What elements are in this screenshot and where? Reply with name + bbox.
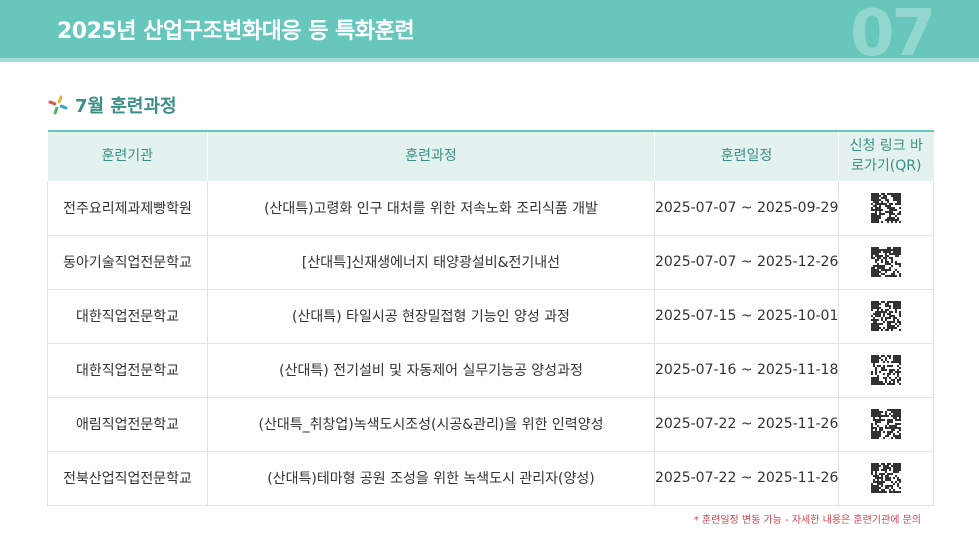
institution-cell: 전주요리제과제빵학원: [47, 181, 208, 236]
institution-cell: 대한직업전문학교: [47, 343, 208, 398]
qr-cell: [838, 343, 934, 398]
pinwheel-icon: [48, 95, 68, 115]
qr-code-icon[interactable]: [871, 247, 901, 277]
course-cell: (산대특)테마형 공원 조성을 위한 녹색도시 관리자(양성): [207, 451, 655, 506]
table-header-row: 훈련기관 훈련과정 훈련일정 신청 링크 바로가기(QR): [47, 130, 934, 181]
course-table: 훈련기관 훈련과정 훈련일정 신청 링크 바로가기(QR) 전주요리제과제빵학원…: [47, 130, 934, 506]
table-row: 전북산업직업전문학교 (산대특)테마형 공원 조성을 위한 녹색도시 관리자(양성…: [47, 451, 934, 506]
schedule-cell: 2025-07-07 ~ 2025-12-26: [654, 235, 839, 290]
table-row: 동아기술직업전문학교 [산대특]신재생에너지 태양광설비&전기내선 2025-07-…: [47, 235, 934, 290]
table-row: 애림직업전문학교 (산대특_취창업)녹색도시조성(시공&관리)을 위한 인력양성 2…: [47, 397, 934, 452]
qr-header-label: 신청 링크 바로가기(QR): [849, 137, 923, 174]
schedule-cell: 2025-07-07 ~ 2025-09-29: [654, 181, 839, 236]
qr-cell: [838, 397, 934, 452]
table-row: 전주요리제과제빵학원 (산대특)고령화 인구 대처를 위한 저속노화 조리식품 개…: [47, 181, 934, 236]
qr-code-icon[interactable]: [871, 409, 901, 439]
page-title: 2025년 산업구조변화대응 등 특화훈련: [57, 19, 415, 44]
course-cell: (산대특) 전기설비 및 자동제어 실무기능공 양성과정: [207, 343, 655, 398]
table-row: 대한직업전문학교 (산대특) 전기설비 및 자동제어 실무기능공 양성과정 2025…: [47, 343, 934, 398]
schedule-cell: 2025-07-22 ~ 2025-11-26: [654, 451, 839, 506]
schedule-cell: 2025-07-22 ~ 2025-11-26: [654, 397, 839, 452]
course-cell: (산대특)고령화 인구 대처를 위한 저속노화 조리식품 개발: [207, 181, 655, 236]
qr-cell: [838, 289, 934, 344]
schedule-cell: 2025-07-16 ~ 2025-11-18: [654, 343, 839, 398]
table-row: 대한직업전문학교 (산대특) 타일시공 현장밀접형 기능인 양성 과정 2025-0…: [47, 289, 934, 344]
course-cell: (산대특_취창업)녹색도시조성(시공&관리)을 위한 인력양성: [207, 397, 655, 452]
qr-code-icon[interactable]: [871, 301, 901, 331]
col-header-schedule: 훈련일정: [654, 130, 839, 181]
qr-cell: [838, 451, 934, 506]
page-number: 07: [849, 0, 936, 58]
course-cell: [산대특]신재생에너지 태양광설비&전기내선: [207, 235, 655, 290]
qr-code-icon[interactable]: [871, 463, 901, 493]
qr-cell: [838, 181, 934, 236]
schedule-cell: 2025-07-15 ~ 2025-10-01: [654, 289, 839, 344]
section-heading: 7월 훈련과정: [47, 92, 177, 118]
institution-cell: 애림직업전문학교: [47, 397, 208, 452]
qr-cell: [838, 235, 934, 290]
institution-cell: 전북산업직업전문학교: [47, 451, 208, 506]
institution-cell: 동아기술직업전문학교: [47, 235, 208, 290]
footnote: * 훈련일정 변동 가능 - 자세한 내용은 훈련기관에 문의: [693, 515, 921, 526]
qr-code-icon[interactable]: [871, 192, 901, 223]
header-banner: 2025년 산업구조변화대응 등 특화훈련 07: [0, 0, 979, 58]
col-header-qr: 신청 링크 바로가기(QR): [838, 130, 934, 181]
section-title: 7월 훈련과정: [75, 96, 177, 117]
col-header-course: 훈련과정: [207, 130, 655, 181]
course-cell: (산대특) 타일시공 현장밀접형 기능인 양성 과정: [207, 289, 655, 344]
header-stripe: [0, 58, 979, 62]
col-header-institution: 훈련기관: [47, 130, 208, 181]
institution-cell: 대한직업전문학교: [47, 289, 208, 344]
qr-code-icon[interactable]: [871, 355, 901, 385]
